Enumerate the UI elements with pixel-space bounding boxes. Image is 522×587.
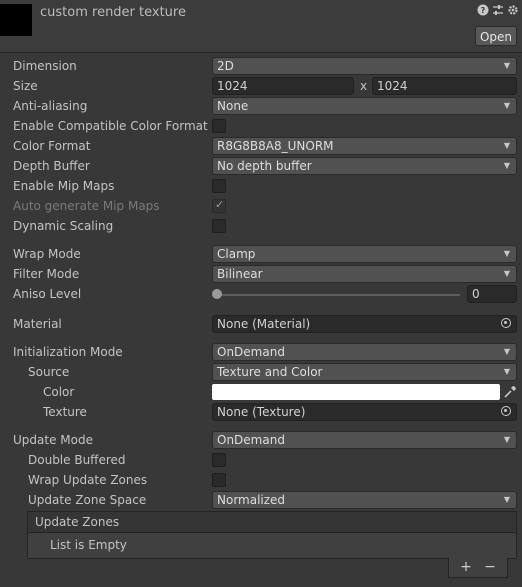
aniso-level-value: 0 bbox=[472, 287, 480, 301]
chevron-down-icon: ▼ bbox=[503, 367, 510, 376]
enable-mip-maps-checkbox[interactable] bbox=[212, 179, 226, 193]
color-format-value: R8G8B8A8_UNORM bbox=[217, 139, 334, 153]
update-zones-header[interactable]: Update Zones bbox=[28, 512, 516, 533]
color-swatch[interactable] bbox=[212, 384, 500, 400]
depth-buffer-value: No depth buffer bbox=[217, 159, 312, 173]
texture-object-field[interactable]: None (Texture) bbox=[212, 403, 517, 421]
checkmark-icon: ✓ bbox=[215, 198, 225, 211]
texture-label: Texture bbox=[43, 405, 87, 419]
dynamic-scaling-label: Dynamic Scaling bbox=[13, 219, 114, 233]
wrap-update-zones-label: Wrap Update Zones bbox=[28, 473, 148, 487]
aniso-level-slider-track[interactable] bbox=[216, 294, 460, 296]
chevron-down-icon: ▼ bbox=[503, 61, 510, 70]
auto-generate-mip-maps-label: Auto generate Mip Maps bbox=[13, 199, 160, 213]
wrap-mode-value: Clamp bbox=[217, 247, 256, 261]
chevron-down-icon: ▼ bbox=[503, 495, 510, 504]
dynamic-scaling-checkbox[interactable] bbox=[212, 219, 226, 233]
anti-aliasing-dropdown[interactable]: None ▼ bbox=[212, 97, 517, 115]
source-value: Texture and Color bbox=[217, 365, 323, 379]
eyedropper-icon[interactable] bbox=[503, 385, 517, 399]
aniso-level-slider-handle[interactable] bbox=[212, 289, 222, 299]
update-zone-space-label: Update Zone Space bbox=[28, 493, 147, 507]
chevron-down-icon: ▼ bbox=[503, 435, 510, 444]
list-empty-text: List is Empty bbox=[50, 538, 127, 552]
update-mode-dropdown[interactable]: OnDemand ▼ bbox=[212, 431, 517, 449]
dimension-dropdown[interactable]: 2D ▼ bbox=[212, 57, 517, 75]
aniso-level-field[interactable]: 0 bbox=[467, 285, 517, 303]
size-height-field[interactable]: 1024 bbox=[372, 77, 517, 95]
remove-item-button[interactable]: − bbox=[478, 558, 502, 576]
chevron-down-icon: ▼ bbox=[503, 141, 510, 150]
update-zone-space-value: Normalized bbox=[217, 493, 286, 507]
help-icon[interactable]: ? bbox=[476, 4, 490, 18]
material-object-field[interactable]: None (Material) bbox=[212, 315, 517, 333]
double-buffered-checkbox[interactable] bbox=[212, 453, 226, 467]
asset-title: custom render texture bbox=[40, 5, 186, 20]
wrap-mode-label: Wrap Mode bbox=[13, 247, 81, 261]
size-separator: x bbox=[360, 79, 368, 93]
color-format-dropdown[interactable]: R8G8B8A8_UNORM ▼ bbox=[212, 137, 517, 155]
aniso-level-label: Aniso Level bbox=[13, 287, 82, 301]
enable-mip-maps-label: Enable Mip Maps bbox=[13, 179, 115, 193]
chevron-down-icon: ▼ bbox=[503, 161, 510, 170]
preset-icon[interactable] bbox=[491, 4, 505, 18]
depth-buffer-label: Depth Buffer bbox=[13, 159, 90, 173]
depth-buffer-dropdown[interactable]: No depth buffer ▼ bbox=[212, 157, 517, 175]
update-zone-space-dropdown[interactable]: Normalized ▼ bbox=[212, 491, 517, 509]
size-label: Size bbox=[13, 79, 38, 93]
settings-icon[interactable] bbox=[506, 4, 520, 18]
double-buffered-label: Double Buffered bbox=[28, 453, 126, 467]
enable-compatible-color-format-label: Enable Compatible Color Format bbox=[13, 119, 208, 133]
auto-generate-mip-maps-checkbox: ✓ bbox=[212, 198, 226, 213]
initialization-mode-label: Initialization Mode bbox=[13, 345, 123, 359]
filter-mode-label: Filter Mode bbox=[13, 267, 80, 281]
color-format-label: Color Format bbox=[13, 139, 91, 153]
open-button[interactable]: Open bbox=[475, 26, 517, 46]
initialization-mode-dropdown[interactable]: OnDemand ▼ bbox=[212, 343, 517, 361]
chevron-down-icon: ▼ bbox=[503, 347, 510, 356]
dimension-value: 2D bbox=[217, 59, 234, 73]
size-width-value: 1024 bbox=[217, 79, 248, 93]
filter-mode-value: Bilinear bbox=[217, 267, 263, 281]
chevron-down-icon: ▼ bbox=[503, 101, 510, 110]
texture-thumbnail bbox=[0, 4, 32, 36]
update-zones-footer: + − bbox=[448, 558, 508, 578]
update-mode-label: Update Mode bbox=[13, 433, 93, 447]
enable-compatible-color-format-checkbox[interactable] bbox=[212, 119, 226, 133]
wrap-update-zones-checkbox[interactable] bbox=[212, 473, 226, 487]
source-dropdown[interactable]: Texture and Color ▼ bbox=[212, 363, 517, 381]
svg-text:?: ? bbox=[481, 6, 486, 15]
object-picker-icon[interactable] bbox=[501, 318, 511, 328]
size-width-field[interactable]: 1024 bbox=[212, 77, 354, 95]
filter-mode-dropdown[interactable]: Bilinear ▼ bbox=[212, 265, 517, 283]
anti-aliasing-value: None bbox=[217, 99, 249, 113]
wrap-mode-dropdown[interactable]: Clamp ▼ bbox=[212, 245, 517, 263]
size-height-value: 1024 bbox=[377, 79, 408, 93]
add-item-button[interactable]: + bbox=[454, 558, 478, 576]
source-label: Source bbox=[28, 365, 70, 379]
color-label: Color bbox=[43, 385, 75, 399]
texture-value: None (Texture) bbox=[217, 405, 306, 419]
material-value: None (Material) bbox=[217, 317, 311, 331]
inspector-header: custom render texture ? Open bbox=[0, 0, 522, 53]
chevron-down-icon: ▼ bbox=[503, 249, 510, 258]
update-zones-title: Update Zones bbox=[35, 515, 120, 529]
update-zones-list: Update Zones List is Empty bbox=[27, 511, 517, 559]
chevron-down-icon: ▼ bbox=[503, 269, 510, 278]
initialization-mode-value: OnDemand bbox=[217, 345, 285, 359]
update-mode-value: OnDemand bbox=[217, 433, 285, 447]
dimension-label: Dimension bbox=[13, 59, 77, 73]
object-picker-icon[interactable] bbox=[501, 406, 511, 416]
anti-aliasing-label: Anti-aliasing bbox=[13, 99, 88, 113]
material-label: Material bbox=[13, 317, 62, 331]
